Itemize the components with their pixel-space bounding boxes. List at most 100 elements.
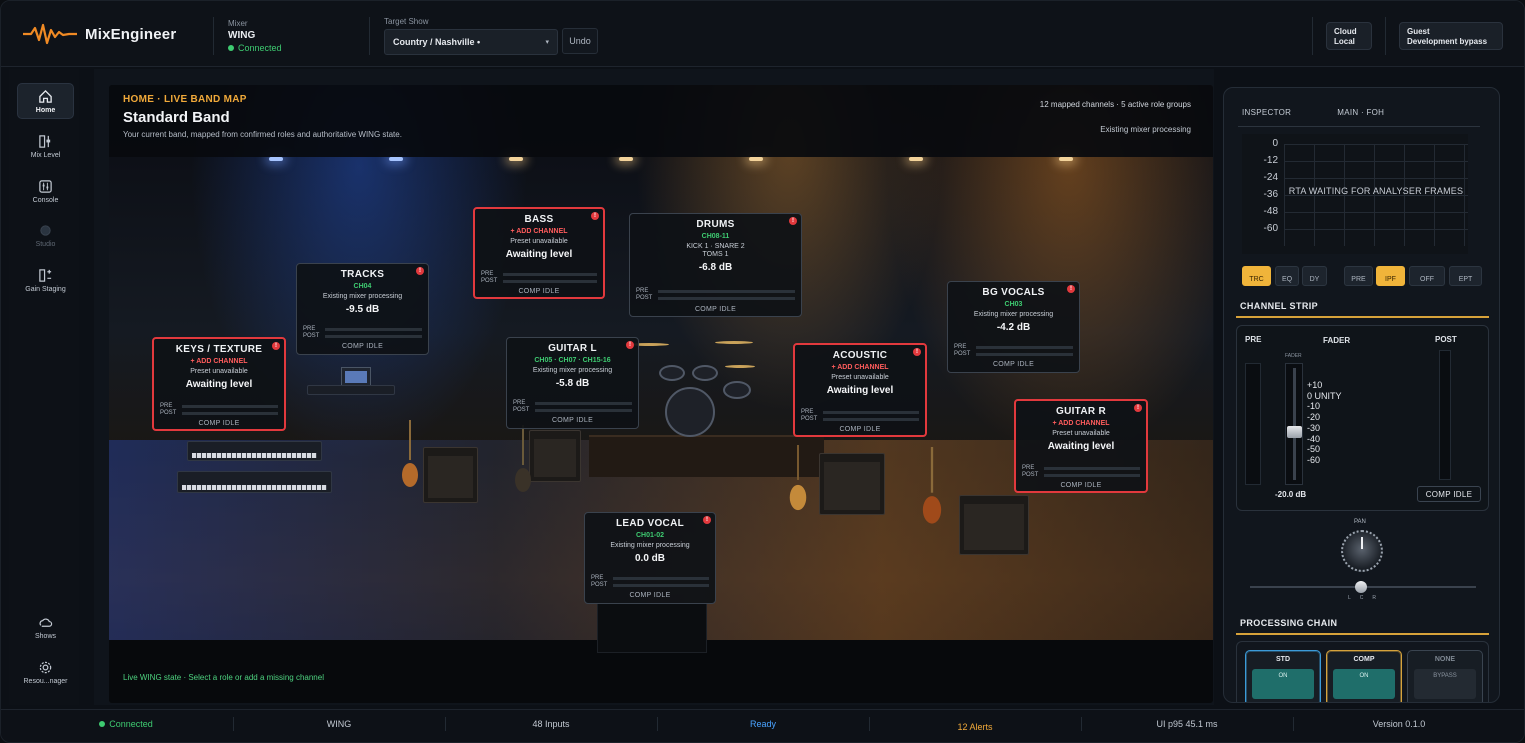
rta-tick: -24 — [1263, 172, 1278, 183]
role-card-bg-vocals[interactable]: ! BG VOCALS CH03 Existing mixer processi… — [947, 281, 1080, 373]
tab-dy[interactable]: DY — [1302, 266, 1327, 286]
stage-light-icon — [749, 157, 763, 161]
fader-handle[interactable] — [1287, 426, 1302, 438]
role-name: LEAD VOCAL — [616, 518, 684, 529]
alert-icon: ! — [703, 516, 711, 524]
proc-std[interactable]: STD ON — [1245, 650, 1321, 702]
pre-meter-bar — [658, 290, 795, 293]
nav-mix-level[interactable]: Mix Level — [17, 128, 74, 164]
nav-studio[interactable]: Studio — [17, 217, 74, 253]
amplifier-icon — [529, 430, 581, 482]
comp-idle-button[interactable]: COMP IDLE — [1417, 486, 1481, 502]
tab-pre[interactable]: PRE — [1344, 266, 1373, 286]
keyboard-icon — [177, 471, 332, 493]
pre-post-meter: PRE POST — [954, 344, 1073, 360]
stage-footer-hint: Live WING state · Select a role or add a… — [123, 673, 324, 682]
role-card-keys[interactable]: ! KEYS / TEXTURE + ADD CHANNEL Preset un… — [152, 337, 286, 431]
role-note: Existing mixer processing — [973, 311, 1054, 318]
user-menu-button[interactable]: Guest Development bypass — [1399, 22, 1503, 50]
add-channel-link[interactable]: + ADD CHANNEL — [1016, 420, 1146, 427]
add-channel-link[interactable]: + ADD CHANNEL — [795, 364, 925, 371]
pre-label: PRE — [1022, 465, 1035, 471]
alert-icon: ! — [591, 212, 599, 220]
inspector-panel: INSPECTOR MAIN · FOH 0 -12 -24 -36 -48 -… — [1223, 87, 1500, 703]
post-meter — [1439, 350, 1451, 480]
proc-none[interactable]: NONE BYPASS — [1407, 650, 1483, 702]
post-label: POST — [636, 295, 653, 301]
pre-post-meter: PRE POST — [303, 326, 422, 342]
controller-icon — [307, 385, 395, 395]
role-name: BASS — [524, 214, 554, 225]
pan-slider-thumb[interactable] — [1355, 581, 1367, 593]
local-label: Local — [1334, 37, 1355, 46]
nav-resource-manager[interactable]: Resou...nager — [17, 654, 74, 690]
role-name: ACOUSTIC — [832, 350, 888, 361]
pan-label: PAN — [1354, 519, 1366, 525]
fader-track[interactable] — [1285, 363, 1303, 485]
role-card-tracks[interactable]: ! TRACKS CH04 Existing mixer processing … — [296, 263, 429, 355]
nav-gain-staging[interactable]: Gain Staging — [17, 262, 74, 298]
role-card-lead-vocal[interactable]: ! LEAD VOCAL CH01-02 Existing mixer proc… — [584, 512, 716, 604]
role-card-guitar-r[interactable]: ! GUITAR R + ADD CHANNEL Preset unavaila… — [1014, 399, 1148, 493]
inspector-tabs: TRC EQ DY PRE IPF OFF EPT — [1242, 266, 1482, 286]
status-mixer: WING — [326, 719, 352, 729]
undo-button[interactable]: Undo — [562, 28, 598, 54]
tab-trc[interactable]: TRC — [1242, 266, 1271, 286]
nav-console[interactable]: Console — [17, 173, 74, 209]
rta-tick: -60 — [1263, 223, 1278, 234]
keyboard-icon — [187, 441, 322, 461]
tab-ept[interactable]: EPT — [1449, 266, 1482, 286]
nav-shows[interactable]: Shows — [17, 609, 74, 645]
inspector-label: INSPECTOR — [1242, 108, 1292, 117]
pan-knob[interactable] — [1341, 530, 1383, 572]
page-title: Standard Band — [123, 109, 230, 126]
tab-eq[interactable]: EQ — [1275, 266, 1299, 286]
app-window: MixEngineer Mixer WING Connected Target … — [0, 0, 1525, 743]
shows-icon — [39, 618, 53, 627]
home-icon — [39, 89, 52, 103]
target-show-select[interactable]: Country / Nashville • ▾ — [384, 29, 558, 55]
pre-label: PRE — [801, 409, 814, 415]
pre-label: PRE — [636, 288, 649, 294]
tab-off[interactable]: OFF — [1409, 266, 1445, 286]
tab-ipf[interactable]: IPF — [1376, 266, 1405, 286]
gain-staging-icon — [39, 268, 52, 282]
amplifier-icon — [819, 453, 885, 515]
rta-tick: 0 — [1272, 138, 1278, 149]
post-label: POST — [801, 416, 818, 422]
proc-state: ON — [1333, 669, 1395, 699]
pre-label: PRE — [591, 575, 604, 581]
stage-light-icon — [619, 157, 633, 161]
pre-meter-bar — [182, 405, 278, 408]
add-channel-link[interactable]: + ADD CHANNEL — [154, 358, 284, 365]
scale-mark: -10 — [1307, 401, 1321, 412]
status-alerts[interactable]: 12 Alerts — [870, 722, 1080, 732]
divider — [213, 17, 214, 55]
amplifier-icon — [423, 447, 478, 503]
alert-icon: ! — [416, 267, 424, 275]
pre-label: PRE — [954, 344, 967, 350]
divider — [1385, 17, 1386, 55]
laptop-icon — [341, 367, 371, 387]
post-meter-bar — [823, 418, 919, 421]
role-card-guitar-l[interactable]: ! GUITAR L CH05 · CH07 · CH15-16 Existin… — [506, 337, 639, 429]
nav-home[interactable]: Home — [17, 83, 74, 119]
target-show-label: Target Show — [384, 17, 429, 26]
section-rule — [1236, 633, 1489, 635]
divider — [369, 17, 370, 55]
role-note: Preset unavailable — [831, 374, 889, 381]
role-card-drums[interactable]: ! DRUMS CH08-11 KICK 1 · SNARE 2 TOMS 1 … — [629, 213, 802, 317]
cloud-local-toggle[interactable]: Cloud Local — [1326, 22, 1372, 50]
alert-icon: ! — [272, 342, 280, 350]
proc-comp[interactable]: COMP ON — [1326, 650, 1402, 702]
comp-status: COMP IDLE — [551, 417, 594, 424]
role-card-bass[interactable]: ! BASS + ADD CHANNEL Preset unavailable … — [473, 207, 605, 299]
post-label: POST — [513, 407, 530, 413]
post-label: POST — [1022, 472, 1039, 478]
add-channel-link[interactable]: + ADD CHANNEL — [475, 228, 603, 235]
role-card-acoustic[interactable]: ! ACOUSTIC + ADD CHANNEL Preset unavaila… — [793, 343, 927, 437]
nav-shows-label: Shows — [34, 632, 56, 640]
mixer-name: WING — [228, 30, 256, 41]
pre-meter-label: PRE — [1245, 335, 1262, 344]
status-dot-icon — [228, 45, 234, 51]
